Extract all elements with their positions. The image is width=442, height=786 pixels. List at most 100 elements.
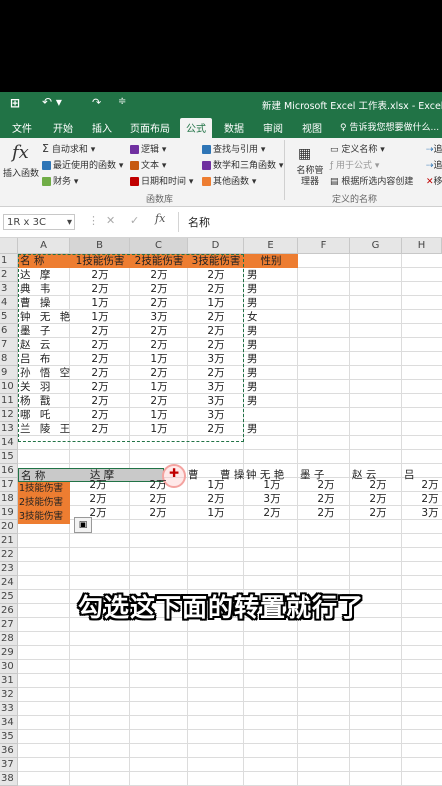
row-header-14[interactable]: 14 (0, 436, 18, 450)
transposed-cell[interactable]: 3万 (402, 506, 442, 520)
datetime-button[interactable]: 日期和时间 ▾ (130, 174, 193, 187)
insert-function-icon[interactable]: fx (12, 142, 29, 163)
tell-me-box[interactable]: ♀ 告诉我您想要做什么... (340, 120, 439, 133)
cell-e11[interactable]: 男 (244, 394, 298, 408)
row-header-28[interactable]: 28 (0, 632, 18, 646)
name-box[interactable]: 1R x 3C ▾ (3, 214, 75, 230)
row-header-23[interactable]: 23 (0, 562, 18, 576)
logical-button[interactable]: 逻辑 ▾ (130, 142, 166, 155)
formula-input[interactable]: 名称 (188, 214, 210, 230)
math-button[interactable]: 数学和三角函数 ▾ (202, 158, 283, 171)
insert-function-icon[interactable]: fx (155, 212, 165, 225)
row-header-3[interactable]: 3 (0, 282, 18, 296)
cancel-icon[interactable]: ✕ (106, 214, 115, 227)
transposed-cell[interactable]: 2万 (244, 506, 300, 520)
trace-dependents-button[interactable]: ⇢追 (426, 158, 442, 171)
row-header-18[interactable]: 18 (0, 492, 18, 506)
create-from-selection-button[interactable]: ▤ 根据所选内容创建 (330, 174, 413, 187)
tab-view[interactable]: 视图 (302, 120, 322, 135)
name-manager-button[interactable]: 名称管理器 (294, 166, 326, 188)
row-header-9[interactable]: 9 (0, 366, 18, 380)
cell-e4[interactable]: 男 (244, 296, 298, 310)
row-header-1[interactable]: 1 (0, 254, 18, 268)
tab-home[interactable]: 开始 (53, 120, 73, 135)
row-header-37[interactable]: 37 (0, 758, 18, 772)
column-header-b[interactable]: B (70, 238, 130, 254)
transposed-cell[interactable]: 2万 (70, 492, 126, 506)
transposed-cell[interactable]: 3万 (244, 492, 300, 506)
define-name-button[interactable]: ▭ 定义名称 ▾ (330, 142, 385, 155)
tab-page-layout[interactable]: 页面布局 (130, 120, 170, 135)
cell-e13[interactable]: 男 (244, 422, 298, 436)
transposed-cell[interactable]: 2万 (350, 506, 406, 520)
column-header-f[interactable]: F (298, 238, 350, 254)
more-functions-button[interactable]: 其他函数 ▾ (202, 174, 256, 187)
tab-data[interactable]: 数据 (224, 120, 244, 135)
row-header-8[interactable]: 8 (0, 352, 18, 366)
row-header-10[interactable]: 10 (0, 380, 18, 394)
text-button[interactable]: 文本 ▾ (130, 158, 166, 171)
row-header-38[interactable]: 38 (0, 772, 18, 786)
chevron-down-icon[interactable]: ▾ (67, 215, 72, 231)
row-header-19[interactable]: 19 (0, 506, 18, 520)
use-in-formula-button[interactable]: ƒ 用于公式 ▾ (330, 158, 379, 171)
transposed-cell[interactable]: 2万 (188, 492, 244, 506)
cell-e9[interactable]: 男 (244, 366, 298, 380)
trace-precedents-button[interactable]: ⇢追 (426, 142, 442, 155)
transposed-cell[interactable]: 1万 (188, 478, 244, 492)
cell-e8[interactable]: 男 (244, 352, 298, 366)
row-header-5[interactable]: 5 (0, 310, 18, 324)
row-header-33[interactable]: 33 (0, 702, 18, 716)
transposed-cell[interactable]: 2万 (402, 478, 442, 492)
row-header-36[interactable]: 36 (0, 744, 18, 758)
row-header-17[interactable]: 17 (0, 478, 18, 492)
cell-e7[interactable]: 男 (244, 338, 298, 352)
transposed-cell[interactable]: 2万 (298, 492, 354, 506)
paste-options-icon[interactable]: ▣ (74, 517, 92, 533)
customize-icon[interactable]: ≑ (118, 96, 126, 107)
transposed-cell[interactable]: 1万 (188, 506, 244, 520)
cell-e10[interactable]: 男 (244, 380, 298, 394)
autosum-button[interactable]: Σ 自动求和 ▾ (42, 142, 95, 155)
row-header-16[interactable]: 16 (0, 464, 18, 478)
transposed-cell[interactable]: 2万 (130, 492, 186, 506)
tab-formulas[interactable]: 公式 (180, 118, 212, 138)
row-header-15[interactable]: 15 (0, 450, 18, 464)
transposed-cell[interactable]: 2万 (402, 492, 442, 506)
row-header-32[interactable]: 32 (0, 688, 18, 702)
cell-e3[interactable]: 男 (244, 282, 298, 296)
column-header-g[interactable]: G (350, 238, 402, 254)
column-header-c[interactable]: C (130, 238, 188, 254)
column-header-h[interactable]: H (402, 238, 442, 254)
cell-e12[interactable] (244, 408, 298, 422)
column-header-e[interactable]: E (244, 238, 298, 254)
cell-a17[interactable]: 1技能伤害 (18, 482, 70, 496)
row-header-21[interactable]: 21 (0, 534, 18, 548)
transposed-cell[interactable]: 2万 (350, 478, 406, 492)
insert-function-button[interactable]: 插入函数 (3, 166, 39, 179)
worksheet-grid[interactable]: A B C D E F G H 1 2 3 4 5 6 7 8 9 10 11 12 13 14 15 16 1… (0, 238, 442, 786)
row-header-31[interactable]: 31 (0, 674, 18, 688)
undo-icon[interactable]: ↶ ▾ (42, 95, 62, 109)
transposed-cell[interactable]: 2万 (70, 478, 126, 492)
row-header-13[interactable]: 13 (0, 422, 18, 436)
tab-review[interactable]: 审阅 (263, 120, 283, 135)
row-header-7[interactable]: 7 (0, 338, 18, 352)
row-header-6[interactable]: 6 (0, 324, 18, 338)
row-header-20[interactable]: 20 (0, 520, 18, 534)
cell-a19[interactable]: 3技能伤害 (18, 510, 70, 524)
cell-e6[interactable]: 男 (244, 324, 298, 338)
row-header-30[interactable]: 30 (0, 660, 18, 674)
row-header-34[interactable]: 34 (0, 716, 18, 730)
tab-insert[interactable]: 插入 (92, 120, 112, 135)
cell-e1[interactable]: 性别 (244, 254, 298, 268)
cell-e2[interactable]: 男 (244, 268, 298, 282)
row-header-29[interactable]: 29 (0, 646, 18, 660)
tab-file[interactable]: 文件 (12, 120, 32, 135)
row-header-2[interactable]: 2 (0, 268, 18, 282)
transposed-cell[interactable]: 2万 (130, 478, 186, 492)
transposed-cell[interactable]: 2万 (350, 492, 406, 506)
transposed-cell[interactable]: 2万 (298, 506, 354, 520)
financial-button[interactable]: 财务 ▾ (42, 174, 78, 187)
transposed-cell[interactable]: 2万 (298, 478, 354, 492)
